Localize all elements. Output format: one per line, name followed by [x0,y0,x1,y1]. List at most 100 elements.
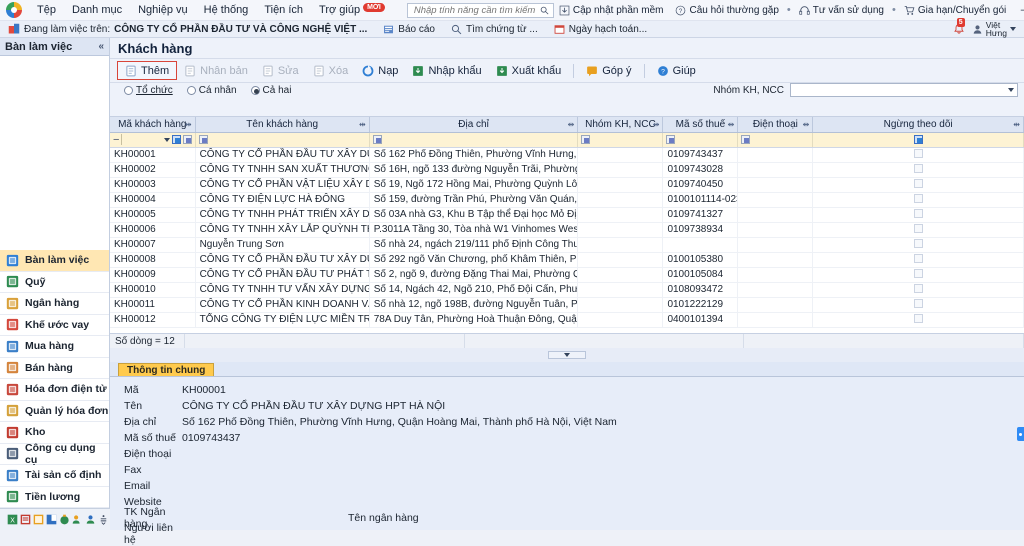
sidebar-item-9[interactable]: Công cụ dụng cụ [0,442,109,466]
menu-tro-giup[interactable]: Trợ giúp MỚI [311,2,393,18]
filter-cell-5[interactable] [737,132,814,148]
more-icon[interactable] [98,514,109,525]
cell-ng-ng-theo-d-i[interactable] [812,162,1024,178]
toolbar-button-add[interactable]: Thêm [117,61,178,80]
filter-cell-3[interactable] [577,132,664,148]
sidebar-item-2[interactable]: Ngân hàng [0,293,109,315]
table-row[interactable]: KH00002CÔNG TY TNHH SAN XUẤT THƯƠNG MASố… [110,162,1024,178]
filter-icon[interactable]: ⇹ [568,120,575,129]
table-row[interactable]: KH00007 Nguyễn Trung Sơn Số nhà 24, ngách … [110,237,1024,253]
cell-ng-ng-theo-d-i[interactable] [812,282,1024,298]
detail-field-value[interactable]: KH00001 [182,384,226,396]
sidebar-item-1[interactable]: Quỹ [0,272,109,293]
excel-icon[interactable]: X [7,514,18,525]
filter-toggle-icon[interactable] [171,135,181,144]
cell-ng-ng-theo-d-i[interactable] [812,177,1024,193]
stop-tracking-checkbox[interactable] [913,238,923,248]
cell-ng-ng-theo-d-i[interactable] [812,267,1024,283]
table-row[interactable]: KH00001CÔNG TY CỔ PHẦN ĐẦU TƯ XÂY DỰNGSố… [110,147,1024,163]
column-header-1[interactable]: Tên khách hàng ⇹ [195,117,370,133]
sidebar-item-10[interactable]: Tài sản cố định [0,465,109,487]
cell-ng-ng-theo-d-i[interactable] [812,207,1024,223]
chevron-down-icon[interactable] [163,137,170,142]
action-tu-van-su-dung[interactable]: Tư vấn sử dụng [794,3,889,18]
stop-tracking-checkbox[interactable] [913,163,923,173]
stop-tracking-checkbox[interactable] [913,193,923,203]
sidebar-item-5[interactable]: Bán hàng [0,358,109,379]
radio-ca-nhan[interactable]: Cá nhân [186,85,237,96]
note-icon[interactable] [33,514,44,525]
filter-box-icon[interactable] [741,135,751,145]
filter-icon[interactable]: ⇹ [359,120,366,129]
stop-tracking-checkbox[interactable] [913,253,923,263]
filter-box-icon[interactable] [182,135,192,144]
detail-field-value[interactable]: Số 162 Phố Đồng Thiên, Phường Vĩnh Hưng,… [182,416,617,428]
cell-ng-ng-theo-d-i[interactable] [812,297,1024,313]
stop-tracking-checkbox[interactable] [913,283,923,293]
cell-ng-ng-theo-d-i[interactable] [812,312,1024,328]
menu-he-thong[interactable]: Hệ thống [196,2,257,18]
filter-icon[interactable]: ⇹ [1013,120,1020,129]
sidebar-item-8[interactable]: Kho [0,422,109,444]
panel-splitter[interactable] [110,348,1024,362]
toolbar-button-import[interactable]: Nhập khẩu [405,61,488,80]
working-on-company[interactable]: Đang làm việc trên: CÔNG TY CỔ PHẦN ĐẦU … [0,23,375,35]
toolbar-button-refresh[interactable]: Nạp [355,61,405,80]
user-menu[interactable]: Việt Hưng [968,21,1020,37]
detail-field-value[interactable]: CÔNG TY CỔ PHẦN ĐẦU TƯ XÂY DỰNG HPT HÀ N… [182,400,445,412]
cell-ng-ng-theo-d-i[interactable] [812,192,1024,208]
filter-box-icon[interactable] [666,135,676,145]
table-row[interactable]: KH00005CÔNG TY TNHH PHÁT TRIỂN XÂY DỰNGS… [110,207,1024,223]
table-row[interactable]: KH00004 CÔNG TY ĐIỆN LỰC HÀ ĐÔNG Số 159, đ… [110,192,1024,208]
column-header-5[interactable]: Điện thoại ⇹ [737,117,814,133]
sidebar-item-0[interactable]: Bàn làm việc [0,250,109,272]
stop-tracking-checkbox[interactable] [913,268,923,278]
cell-ng-ng-theo-d-i[interactable] [812,237,1024,253]
column-header-3[interactable]: Nhóm KH, NCC ⇹ [577,117,664,133]
global-search-box[interactable] [406,2,554,18]
sidebar-item-3[interactable]: Khế ước vay [0,315,109,336]
action-bao-cao[interactable]: Báo cáo [375,24,443,35]
radio-to-chuc[interactable]: Tổ chức [124,85,173,96]
action-ngay-hach-toan[interactable]: Ngày hạch toán... [546,24,655,35]
splitter-grip[interactable] [548,351,586,359]
table-row[interactable]: KH00008CÔNG TY CỔ PHẦN ĐẦU TƯ XÂY DỰNGSố… [110,252,1024,268]
radio-ca-hai[interactable]: Cả hai [250,85,291,96]
table-row[interactable]: KH00010 CÔNG TY TNHH TƯ VẤN XÂY DỰNG VÀ Số… [110,282,1024,298]
table-row[interactable]: KH00003CÔNG TY CỔ PHẦN VẬT LIỆU XÂY DỰNS… [110,177,1024,193]
column-header-6[interactable]: Ngừng theo dõi ⇹ [812,117,1024,133]
filter-icon[interactable]: ⇹ [728,120,735,129]
filter-icon[interactable]: ⇹ [653,120,660,129]
window-minimize-button[interactable]: — [1013,0,1024,20]
column-header-2[interactable]: Địa chỉ ⇹ [369,117,579,133]
filter-box-icon[interactable] [913,135,923,145]
filter-operator-icon[interactable]: − [113,134,119,146]
stop-tracking-checkbox[interactable] [913,223,923,233]
user-icon[interactable] [85,514,96,525]
action-gia-han-chuyen-goi[interactable]: Gia hạn/Chuyển gói [899,3,1011,18]
book-icon[interactable] [46,514,57,525]
stop-tracking-checkbox[interactable] [913,178,923,188]
stop-tracking-checkbox[interactable] [913,208,923,218]
filter-icon[interactable]: ⇹ [185,120,192,129]
filter-box-icon[interactable] [198,135,208,145]
action-cap-nhat-phan-mem[interactable]: Cập nhật phần mềm [554,3,669,18]
tab-thong-tin-chung[interactable]: Thông tin chung [118,363,215,376]
menu-tien-ich[interactable]: Tiện ích [256,2,311,18]
cell-ng-ng-theo-d-i[interactable] [812,252,1024,268]
sidebar-item-6[interactable]: Hóa đơn điện tử [0,379,109,401]
table-row[interactable]: KH00009CÔNG TY CỔ PHẦN ĐẦU TƯ PHÁT TRIỂS… [110,267,1024,283]
search-input[interactable] [411,3,540,17]
detail-field-value[interactable]: 0109743437 [182,432,240,444]
group-filter-select[interactable] [790,83,1018,97]
notifications-button[interactable]: 5 [950,18,968,37]
side-panel-handle[interactable] [1017,427,1024,441]
filter-cell-6[interactable] [812,132,1024,148]
filter-cell-4[interactable] [662,132,739,148]
filter-icon[interactable]: ⇹ [803,120,810,129]
column-header-0[interactable]: Mã khách hàng ⇹ [110,117,196,133]
menu-nghiep-vu[interactable]: Nghiệp vụ [130,2,196,18]
sidebar-item-11[interactable]: Tiền lương [0,487,109,508]
stop-tracking-checkbox[interactable] [913,298,923,308]
table-row[interactable]: KH00006 CÔNG TY TNHH XÂY LẮP QUỲNH THAN P.… [110,222,1024,238]
